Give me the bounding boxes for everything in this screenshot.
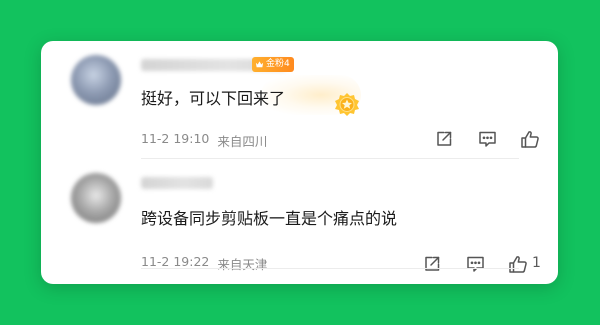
crown-icon [255, 61, 264, 68]
like-button[interactable] [519, 128, 541, 150]
timestamp: 11-2 19:22 [141, 254, 210, 269]
avatar[interactable] [71, 173, 121, 223]
like-button[interactable] [507, 253, 529, 275]
location: 来自四川 [217, 134, 268, 149]
share-icon [425, 256, 440, 271]
share-button[interactable] [433, 128, 455, 150]
comment-text: 跨设备同步剪贴板一直是个痛点的说 [141, 209, 398, 228]
comment-item: 跨设备同步剪贴板一直是个痛点的说 11-2 19:22 来自天津 1 [41, 159, 558, 284]
thumbs-up-icon [521, 130, 539, 148]
location: 来自天津 [217, 257, 268, 272]
like-count: 1 [532, 255, 541, 271]
share-icon [437, 131, 452, 146]
fan-level-badge: 金粉4 [252, 57, 294, 72]
badge-label: 金粉4 [266, 59, 290, 69]
reply-button[interactable] [464, 253, 486, 275]
username-blurred[interactable] [141, 177, 213, 189]
comment-item: 金粉4 挺好，可以下回来了 11-2 19:10 来自四川 [41, 41, 558, 159]
comment-icon [478, 131, 496, 147]
divider [141, 268, 519, 269]
timestamp: 11-2 19:10 [141, 131, 210, 146]
comment-text: 挺好，可以下回来了 [141, 89, 286, 108]
comment-meta: 11-2 19:22 来自天津 [141, 254, 267, 273]
reply-button[interactable] [476, 128, 498, 150]
thumbs-up-icon [509, 255, 527, 273]
share-button[interactable] [421, 253, 443, 275]
comment-card: 金粉4 挺好，可以下回来了 11-2 19:10 来自四川 跨设备同步剪贴板一直… [41, 41, 558, 284]
comment-icon [466, 256, 484, 272]
comment-meta: 11-2 19:10 来自四川 [141, 131, 267, 150]
avatar[interactable] [71, 55, 121, 105]
gold-medal-icon [335, 93, 359, 116]
